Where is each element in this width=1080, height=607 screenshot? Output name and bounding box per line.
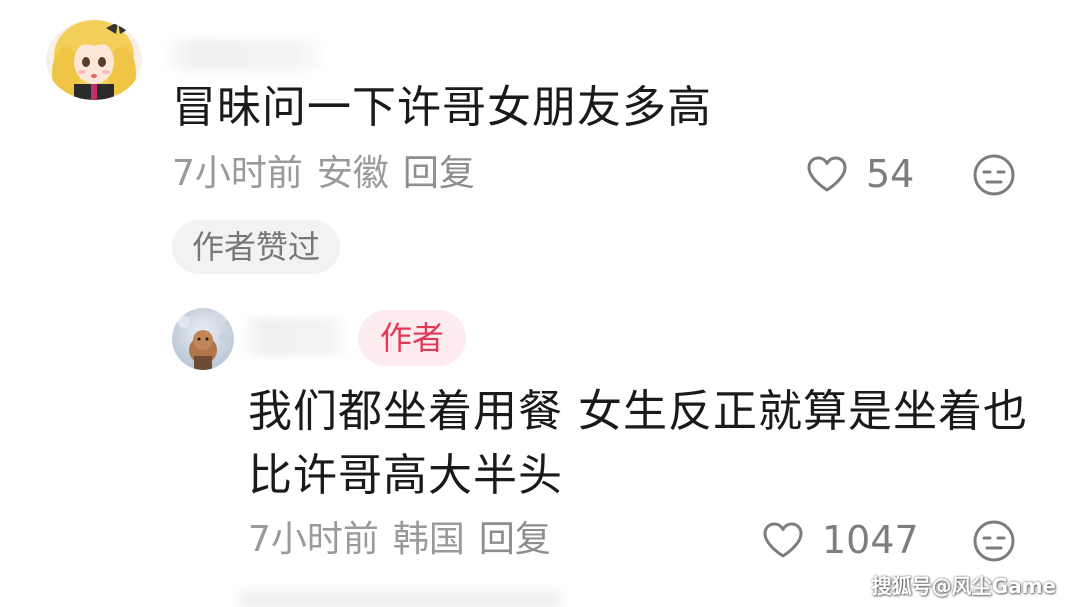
- author-liked-badge: 作者赞过: [172, 220, 341, 274]
- author-badge: 作者: [358, 310, 467, 366]
- comment-meta: 7小时前 韩国 回复: [248, 518, 565, 562]
- comment-time: 7小时前: [172, 153, 303, 194]
- comment-meta: 7小时前 安徽 回复: [172, 152, 489, 196]
- like-count: 1047: [822, 518, 919, 562]
- comment-text: 我们都坐着用餐 女生反正就算是坐着也比许哥高大半头: [248, 386, 1028, 501]
- watermark: 搜狐号@风尘Game: [871, 574, 1056, 598]
- reply-button[interactable]: 回复: [403, 153, 475, 194]
- comment-location: 安徽: [316, 153, 389, 194]
- heart-outline-icon: [807, 156, 847, 192]
- like-count: 54: [866, 152, 915, 196]
- username-blurred[interactable]: [160, 40, 330, 70]
- neutral-face-icon[interactable]: [972, 153, 1016, 197]
- comment-time: 7小时前: [248, 519, 379, 560]
- reply-button[interactable]: 回复: [479, 519, 551, 560]
- like-button[interactable]: 1047: [762, 518, 919, 562]
- like-button[interactable]: 54: [806, 152, 914, 196]
- avatar[interactable]: [172, 308, 234, 370]
- comment-thread: 冒昧问一下许哥女朋友多高 7小时前 安徽 回复 54 作者赞过 作者 我们都坐着…: [0, 0, 1080, 607]
- heart-outline-icon: [763, 522, 803, 558]
- username-blurred[interactable]: [240, 318, 350, 356]
- next-item-blurred: [240, 590, 560, 607]
- neutral-face-icon[interactable]: [972, 519, 1016, 563]
- comment-location: 韩国: [392, 519, 465, 560]
- comment-text: 冒昧问一下许哥女朋友多高: [172, 82, 712, 133]
- avatar[interactable]: [44, 18, 144, 100]
